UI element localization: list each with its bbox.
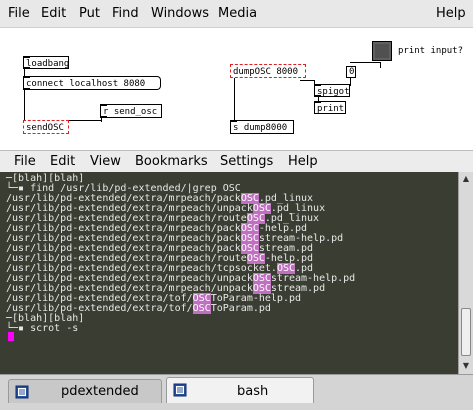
pd-menubar: File Edit Put Find Windows Media Help <box>0 0 473 28</box>
term-menu-edit[interactable]: Edit <box>50 154 75 169</box>
r-send-osc-label: r send_osc <box>103 107 158 117</box>
wire <box>234 78 235 120</box>
toggle-label: print input? <box>398 46 464 56</box>
pd-patch-canvas[interactable]: loadbang connect localhost 8080 r send_o… <box>0 28 473 150</box>
pd-menu-put[interactable]: Put <box>79 6 100 21</box>
number-box[interactable]: 0 <box>346 66 356 78</box>
dumposc-object[interactable]: dumpOSC 8000 <box>230 64 306 78</box>
term-menu-settings[interactable]: Settings <box>220 154 273 169</box>
print-input-toggle[interactable] <box>372 41 392 61</box>
term-menu-help[interactable]: Help <box>288 154 318 169</box>
sendosc-object[interactable]: sendOSC <box>23 120 69 134</box>
send-dump8000-object[interactable]: s dump8000 <box>230 120 294 134</box>
pd-menu-file[interactable]: File <box>8 6 30 21</box>
terminal-cursor <box>8 332 14 341</box>
terminal-output[interactable]: ─[blah][blah] └─▪ find /usr/lib/pd-extend… <box>0 172 458 374</box>
pd-menu-media[interactable]: Media <box>218 6 257 21</box>
term-menu-view[interactable]: View <box>90 154 121 169</box>
terminal-text: ToParam.pd <box>210 303 271 314</box>
sendosc-label: sendOSC <box>26 123 64 133</box>
match-highlight: OSC <box>192 303 211 314</box>
wire <box>24 68 25 76</box>
wire <box>350 62 381 63</box>
tab-bash[interactable]: bash <box>166 377 314 403</box>
scrollbar-thumb[interactable] <box>461 308 471 356</box>
pd-menu-find[interactable]: Find <box>112 6 139 21</box>
loadbang-object[interactable]: loadbang <box>23 56 69 69</box>
receive-send-osc-object[interactable]: r send_osc <box>100 104 162 118</box>
scroll-down-icon[interactable]: ▼ <box>461 361 471 371</box>
tab-bash-label: bash <box>237 384 269 399</box>
dumposc-label: dumpOSC 8000 <box>233 67 299 77</box>
term-menu-bookmarks[interactable]: Bookmarks <box>135 154 208 169</box>
loadbang-label: loadbang <box>26 59 70 69</box>
wire <box>300 80 315 81</box>
print-object[interactable]: print <box>314 101 346 114</box>
connect-label: connect localhost 8080 <box>26 79 146 89</box>
wire <box>24 90 25 120</box>
print-label: print <box>317 104 345 114</box>
tab-pdextended-label: pdextended <box>61 384 139 399</box>
terminal-icon <box>15 385 29 399</box>
pd-menu-windows[interactable]: Windows <box>151 6 209 21</box>
tab-pdextended[interactable]: pdextended <box>8 379 162 403</box>
term-menu-file[interactable]: File <box>14 154 36 169</box>
terminal-line: └─▪ scrot -s <box>6 324 78 334</box>
terminal-tabbar: pdextended bash <box>0 374 473 410</box>
terminal-menubar: File Edit View Bookmarks Settings Help <box>0 150 473 172</box>
terminal-text: └─▪ scrot -s <box>6 323 79 334</box>
pd-menu-help[interactable]: Help <box>436 6 466 21</box>
terminal-scrollbar[interactable]: ▲ ▼ <box>458 172 473 374</box>
pd-menu-edit[interactable]: Edit <box>41 6 66 21</box>
scroll-up-icon[interactable]: ▲ <box>461 174 471 184</box>
spigot-label: spigot <box>317 87 350 97</box>
connect-message[interactable]: connect localhost 8080 <box>23 76 161 90</box>
s-dump8000-label: s dump8000 <box>233 123 288 133</box>
spigot-object[interactable]: spigot <box>314 84 350 97</box>
number-value: 0 <box>349 67 355 77</box>
terminal-icon <box>173 383 187 397</box>
wire <box>350 78 351 86</box>
